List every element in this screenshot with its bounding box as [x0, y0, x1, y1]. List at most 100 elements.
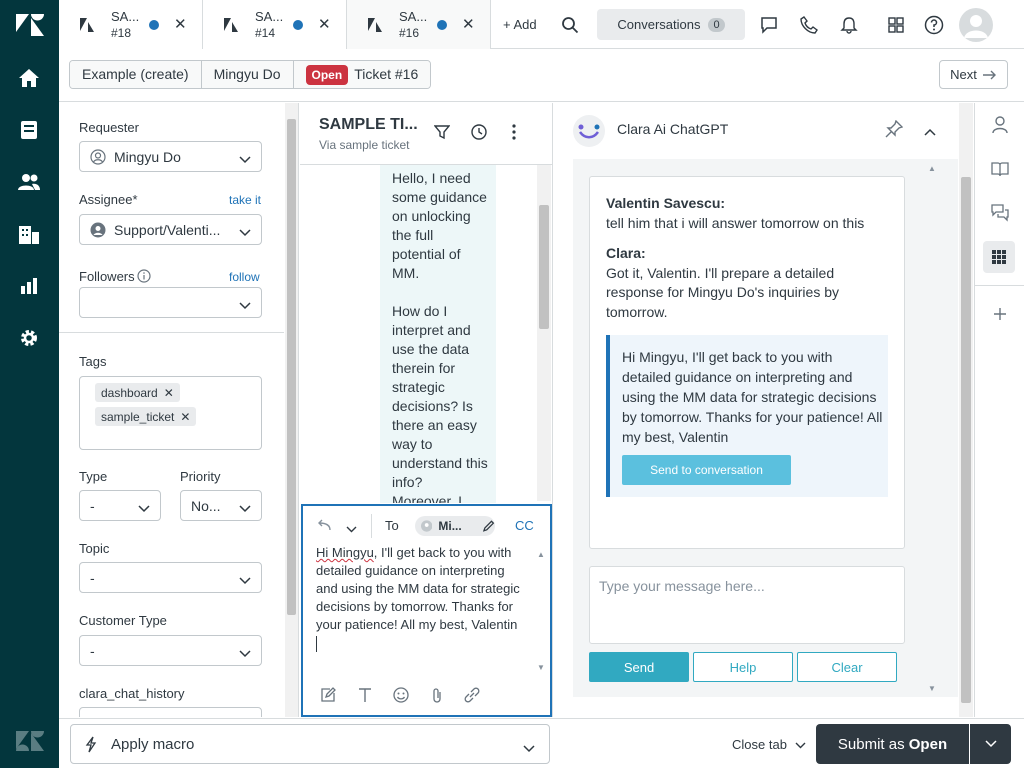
user-profile-icon[interactable]	[987, 112, 1013, 138]
remove-tag-icon[interactable]: ✕	[164, 386, 174, 400]
link-icon[interactable]	[463, 687, 481, 706]
views-icon[interactable]	[17, 118, 41, 142]
scrollbar-thumb[interactable]	[961, 177, 971, 703]
topic-field[interactable]: -	[79, 562, 262, 593]
add-icon[interactable]	[987, 301, 1013, 327]
close-tab-dropdown[interactable]: Close tab	[732, 737, 806, 752]
info-icon[interactable]	[137, 269, 151, 286]
help-icon[interactable]	[923, 14, 945, 36]
scrollbar-thumb[interactable]	[539, 205, 549, 329]
submit-button[interactable]: Submit as Open	[816, 724, 969, 764]
close-tab-icon[interactable]: ✕	[318, 15, 331, 33]
context-sidebar	[974, 103, 1024, 717]
scroll-up-icon[interactable]: ▲	[928, 164, 936, 173]
chevron-down-icon	[239, 297, 251, 313]
send-button[interactable]: Send	[589, 652, 689, 682]
ticket-tab-16[interactable]: SA... #16 ✕	[347, 0, 491, 49]
take-it-link[interactable]: take it	[229, 193, 261, 207]
ticket-tab-18[interactable]: SA... #18 ✕	[59, 0, 203, 49]
emoji-icon[interactable]	[393, 687, 409, 706]
product-tray-icon[interactable]	[885, 14, 907, 36]
chat-icon[interactable]	[758, 14, 780, 36]
zendesk-logo-icon[interactable]	[16, 12, 44, 38]
search-icon[interactable]	[559, 14, 581, 36]
scroll-down-icon[interactable]: ▼	[928, 684, 936, 693]
followers-field[interactable]	[79, 287, 262, 318]
add-tab-button[interactable]: + Add	[503, 17, 537, 32]
remove-tag-icon[interactable]: ✕	[180, 410, 190, 424]
scroll-down-icon[interactable]: ▼	[537, 663, 545, 672]
text-format-icon[interactable]	[358, 687, 372, 706]
chevron-down-icon[interactable]	[346, 521, 357, 536]
organizations-icon[interactable]	[17, 222, 41, 246]
reply-arrow-icon[interactable]	[317, 519, 331, 534]
conversations-button[interactable]: Conversations 0	[597, 9, 745, 40]
customers-icon[interactable]	[17, 170, 41, 194]
chat-message-input[interactable]: Type your message here...	[589, 566, 905, 644]
user-avatar[interactable]	[959, 8, 993, 42]
notifications-bell-icon[interactable]	[838, 14, 860, 36]
next-button[interactable]: Next	[939, 60, 1008, 89]
divider	[59, 332, 284, 333]
ticket-tab-14[interactable]: SA... #14 ✕	[203, 0, 347, 49]
close-tab-icon[interactable]: ✕	[462, 15, 475, 33]
home-icon[interactable]	[17, 66, 41, 90]
tag-chip: sample_ticket ✕	[95, 407, 197, 426]
apply-macro-button[interactable]: Apply macro	[70, 724, 550, 764]
ticket-label: Ticket #16	[354, 66, 419, 82]
follow-link[interactable]: follow	[229, 270, 260, 284]
assignee-field[interactable]: Support/Valenti...	[79, 214, 262, 245]
tag-label: sample_ticket	[101, 409, 175, 424]
breadcrumb-organization[interactable]: Example (create)	[70, 61, 202, 88]
type-field[interactable]: -	[79, 490, 161, 521]
requester-field[interactable]: Mingyu Do	[79, 141, 262, 172]
scrollbar-thumb[interactable]	[287, 119, 296, 615]
close-tab-icon[interactable]: ✕	[174, 15, 187, 33]
recipient-chip[interactable]: Mi...	[415, 516, 495, 536]
ticket-icon	[367, 17, 383, 36]
clear-button[interactable]: Clear	[797, 652, 897, 682]
compose-icon[interactable]	[320, 687, 336, 706]
breadcrumb-requester[interactable]: Mingyu Do	[201, 61, 294, 88]
chevron-up-icon[interactable]	[924, 124, 936, 139]
input-placeholder: Type your message here...	[599, 578, 765, 594]
reply-composer[interactable]: To Mi... CC Hi Mingyu, I'll get back to …	[301, 504, 552, 717]
breadcrumb-item-label: Mingyu Do	[213, 66, 281, 82]
filter-icon[interactable]	[433, 124, 451, 143]
customer-type-field[interactable]: -	[79, 635, 262, 666]
help-button[interactable]: Help	[693, 652, 793, 682]
breadcrumb-ticket[interactable]: Open Ticket #16	[293, 61, 431, 88]
properties-scrollbar[interactable]	[285, 103, 298, 717]
breadcrumb-bar: Example (create) Mingyu Do Open Ticket #…	[59, 49, 1024, 102]
admin-gear-icon[interactable]	[17, 326, 41, 350]
app-header: Clara Ai ChatGPT	[554, 103, 958, 157]
reporting-icon[interactable]	[17, 274, 41, 298]
conversation-scrollbar[interactable]	[537, 165, 551, 501]
reply-text-area[interactable]: Hi Mingyu, I'll get back to you with det…	[316, 544, 526, 652]
scroll-up-icon[interactable]: ▲	[537, 550, 545, 559]
knowledge-book-icon[interactable]	[987, 156, 1013, 182]
more-options-icon[interactable]	[511, 124, 517, 143]
priority-field[interactable]: No...	[180, 490, 262, 521]
tags-field[interactable]: dashboard ✕ sample_ticket ✕	[79, 376, 262, 450]
priority-value: No...	[191, 497, 221, 514]
message-paragraph: How do I interpret and use the data ther…	[392, 303, 488, 503]
phone-icon[interactable]	[798, 14, 820, 36]
apps-grid-icon[interactable]	[983, 241, 1015, 273]
pin-icon[interactable]	[885, 119, 904, 141]
tab-title: SA...	[111, 9, 140, 24]
submit-options-button[interactable]	[970, 724, 1011, 764]
side-conversations-icon[interactable]	[987, 200, 1013, 226]
pencil-icon[interactable]	[482, 519, 495, 533]
misspelled-word: Hi Mingyu	[316, 545, 374, 560]
tag-chip: dashboard ✕	[95, 383, 180, 402]
send-to-conversation-button[interactable]: Send to conversation	[622, 455, 791, 485]
attachment-icon[interactable]	[432, 687, 442, 707]
app-scrollbar[interactable]	[959, 103, 973, 717]
history-icon[interactable]	[470, 123, 488, 144]
cc-button[interactable]: CC	[515, 518, 534, 533]
chevron-down-icon	[138, 500, 150, 516]
chat-history-field[interactable]	[79, 707, 262, 717]
ticket-icon	[79, 17, 95, 36]
customer-type-label: Customer Type	[79, 613, 167, 628]
